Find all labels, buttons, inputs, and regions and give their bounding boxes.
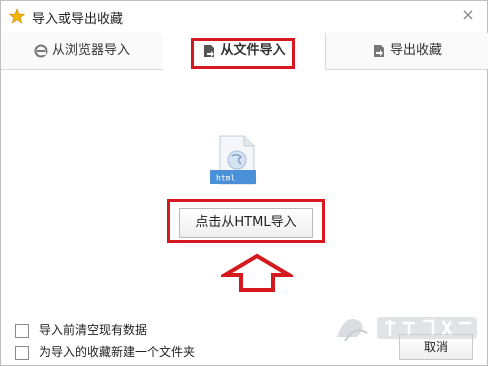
up-arrow-annotation-icon <box>221 253 293 292</box>
option-new-folder[interactable]: 为导入的收藏新建一个文件夹 <box>15 343 195 360</box>
title-bar: 导入或导出收藏 × <box>1 1 487 31</box>
close-button[interactable]: × <box>459 6 477 24</box>
file-export-icon <box>373 44 384 57</box>
html-file-icon: html <box>210 135 256 185</box>
import-export-dialog: 导入或导出收藏 × 从浏览器导入 从文件导入 导出收藏 html 点击从HTML… <box>0 0 488 366</box>
option-clear-existing[interactable]: 导入前清空现有数据 <box>15 321 147 338</box>
checkbox[interactable] <box>15 345 29 360</box>
tab-label: 从浏览器导入 <box>51 43 130 58</box>
checkbox[interactable] <box>15 323 29 338</box>
watermark-logo-icon <box>337 317 477 342</box>
dialog-title: 导入或导出收藏 <box>32 12 124 27</box>
highlight-box-tab <box>191 38 295 69</box>
star-icon <box>9 8 25 24</box>
tab-export-favorites[interactable]: 导出收藏 <box>325 33 488 69</box>
highlight-box-button <box>167 199 325 243</box>
tab-label: 导出收藏 <box>389 43 442 58</box>
option-label: 为导入的收藏新建一个文件夹 <box>39 345 196 359</box>
selected-tab-underline-cover <box>163 69 325 71</box>
option-label: 导入前清空现有数据 <box>39 323 148 337</box>
browser-e-icon <box>34 44 48 57</box>
file-icon-label: html <box>216 174 235 183</box>
tab-import-from-browser[interactable]: 从浏览器导入 <box>1 33 164 69</box>
